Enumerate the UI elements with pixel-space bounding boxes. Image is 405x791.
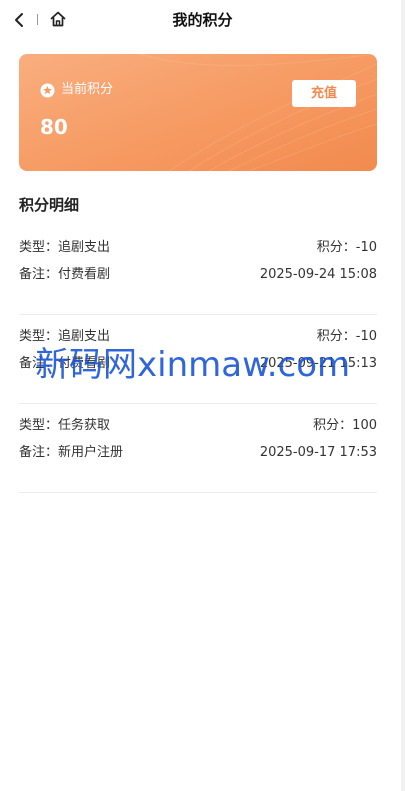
recharge-button[interactable]: 充值: [292, 80, 356, 107]
scrollbar[interactable]: [401, 0, 405, 791]
current-points-value: 80: [40, 115, 68, 139]
page-title: 我的积分: [172, 11, 233, 29]
points-detail-title: 积分明细: [19, 196, 80, 214]
header: 我的积分: [0, 0, 405, 40]
record-time: 2025-09-24 15:08: [259, 267, 377, 282]
watermark: 新码网xinmaw.com: [35, 345, 351, 385]
points-card: 当前积分 80 充值: [19, 54, 377, 171]
current-points-label-row: 当前积分: [40, 81, 113, 99]
record-type: 类型：任务获取: [19, 418, 111, 433]
card-wave-pattern: [138, 54, 377, 171]
record-points: 积分：100: [313, 418, 377, 433]
points-page: 我的积分 当前积分 80 充值 积分明细 类型：追剧支出 积分：-10 备注：付…: [0, 0, 405, 791]
record-type: 类型：追剧支出: [19, 240, 111, 255]
list-item: 类型：追剧支出 积分：-10 备注：付费看剧 2025-09-24 15:08: [19, 226, 377, 315]
list-item: 类型：任务获取 积分：100 备注：新用户注册 2025-09-17 17:53: [19, 404, 377, 493]
current-points-label: 当前积分: [61, 82, 114, 97]
record-points: 积分：-10: [316, 240, 377, 255]
star-circle-icon: [40, 82, 55, 98]
record-time: 2025-09-17 17:53: [259, 445, 377, 460]
record-note: 备注：付费看剧: [19, 267, 111, 282]
record-note: 备注：新用户注册: [19, 445, 124, 460]
